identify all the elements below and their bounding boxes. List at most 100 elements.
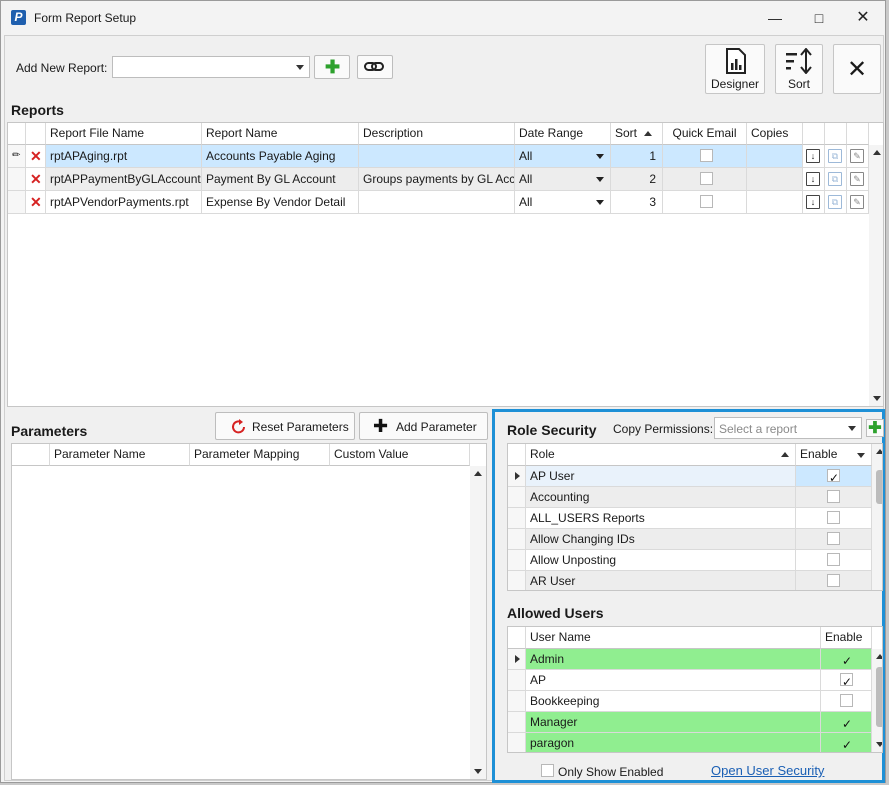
copy-cell[interactable]: ⧉ bbox=[825, 168, 847, 191]
table-row[interactable]: Admin bbox=[508, 649, 872, 670]
role-name-cell[interactable]: Allow Unposting bbox=[526, 550, 796, 571]
description-cell[interactable]: Groups payments by GL Acc bbox=[359, 168, 515, 191]
report-file-name-cell[interactable]: rptAPAging.rpt bbox=[46, 145, 202, 168]
role-enable-cell[interactable] bbox=[796, 550, 872, 571]
col-parameter-name[interactable]: Parameter Name bbox=[50, 444, 190, 466]
report-name-cell[interactable]: Expense By Vendor Detail bbox=[202, 191, 359, 214]
role-name-cell[interactable]: Accounting bbox=[526, 487, 796, 508]
col-report-name[interactable]: Report Name bbox=[202, 123, 359, 145]
download-cell[interactable]: ↓ bbox=[803, 145, 825, 168]
delete-row-button[interactable]: ✕ bbox=[26, 191, 46, 214]
download-cell[interactable]: ↓ bbox=[803, 191, 825, 214]
user-name-cell[interactable]: AP bbox=[526, 670, 821, 691]
table-row[interactable]: AR User bbox=[508, 571, 872, 590]
close-form-button[interactable]: ✕ bbox=[833, 44, 881, 94]
role-name-cell[interactable]: ALL_USERS Reports bbox=[526, 508, 796, 529]
only-show-enabled-checkbox[interactable] bbox=[541, 764, 554, 777]
delete-row-button[interactable]: ✕ bbox=[26, 145, 46, 168]
table-row[interactable]: paragon bbox=[508, 733, 872, 752]
edit-cell[interactable]: ✎ bbox=[847, 145, 869, 168]
scroll-up-icon[interactable] bbox=[873, 150, 881, 155]
copy-cell[interactable]: ⧉ bbox=[825, 145, 847, 168]
edit-cell[interactable]: ✎ bbox=[847, 168, 869, 191]
user-name-cell[interactable]: Bookkeeping bbox=[526, 691, 821, 712]
role-enable-checkbox[interactable] bbox=[827, 574, 840, 587]
role-enable-cell[interactable] bbox=[796, 487, 872, 508]
quick-email-checkbox[interactable] bbox=[700, 172, 713, 185]
download-cell[interactable]: ↓ bbox=[803, 168, 825, 191]
quick-email-checkbox[interactable] bbox=[700, 195, 713, 208]
report-file-name-cell[interactable]: rptAPPaymentByGLAccount. bbox=[46, 168, 202, 191]
user-enable-checkbox[interactable] bbox=[840, 734, 853, 752]
scroll-up-icon[interactable] bbox=[876, 449, 882, 454]
user-enable-cell[interactable] bbox=[821, 691, 872, 712]
role-enable-cell[interactable] bbox=[796, 466, 872, 487]
role-enable-checkbox[interactable] bbox=[827, 511, 840, 524]
add-copy-permission-button[interactable]: ✚ bbox=[866, 419, 884, 437]
add-report-button[interactable]: ✚ bbox=[314, 55, 350, 79]
col-date-range[interactable]: Date Range bbox=[515, 123, 611, 145]
role-name-cell[interactable]: Allow Changing IDs bbox=[526, 529, 796, 550]
col-user-enable[interactable]: Enable bbox=[821, 627, 872, 649]
role-enable-checkbox[interactable] bbox=[827, 467, 840, 486]
quick-email-cell[interactable] bbox=[663, 168, 747, 191]
scroll-up-icon[interactable] bbox=[474, 471, 482, 476]
quick-email-cell[interactable] bbox=[663, 191, 747, 214]
reset-parameters-button[interactable]: Reset Parameters bbox=[215, 412, 355, 440]
scroll-down-icon[interactable] bbox=[876, 742, 882, 747]
user-enable-cell[interactable] bbox=[821, 670, 872, 691]
role-enable-cell[interactable] bbox=[796, 571, 872, 590]
user-name-cell[interactable]: paragon bbox=[526, 733, 821, 752]
user-enable-cell[interactable] bbox=[821, 712, 872, 733]
parameters-scrollbar[interactable] bbox=[470, 466, 486, 779]
edit-cell[interactable]: ✎ bbox=[847, 191, 869, 214]
date-range-cell[interactable]: All bbox=[515, 145, 611, 168]
report-name-cell[interactable]: Payment By GL Account bbox=[202, 168, 359, 191]
scroll-down-icon[interactable] bbox=[474, 769, 482, 774]
close-icon[interactable]: ✕ bbox=[841, 5, 885, 31]
table-row[interactable]: ALL_USERS Reports bbox=[508, 508, 872, 529]
col-description[interactable]: Description bbox=[359, 123, 515, 145]
col-user-name[interactable]: User Name bbox=[526, 627, 821, 649]
table-row[interactable]: ✕ rptAPVendorPayments.rpt Expense By Ven… bbox=[8, 191, 869, 214]
table-row[interactable]: ✏ ✕ rptAPAging.rpt Accounts Payable Agin… bbox=[8, 145, 869, 168]
col-enable[interactable]: Enable bbox=[796, 444, 872, 466]
table-row[interactable]: Manager bbox=[508, 712, 872, 733]
report-name-cell[interactable]: Accounts Payable Aging bbox=[202, 145, 359, 168]
user-enable-checkbox[interactable] bbox=[840, 671, 853, 690]
date-range-cell[interactable]: All bbox=[515, 191, 611, 214]
copies-cell[interactable] bbox=[747, 145, 803, 168]
open-user-security-link[interactable]: Open User Security bbox=[711, 763, 824, 778]
col-sort[interactable]: Sort bbox=[611, 123, 663, 145]
scrollbar-thumb[interactable] bbox=[876, 470, 882, 504]
col-copies[interactable]: Copies bbox=[747, 123, 803, 145]
col-parameter-mapping[interactable]: Parameter Mapping bbox=[190, 444, 330, 466]
copies-cell[interactable] bbox=[747, 191, 803, 214]
user-enable-cell[interactable] bbox=[821, 733, 872, 752]
link-report-button[interactable] bbox=[357, 55, 393, 79]
description-cell[interactable] bbox=[359, 191, 515, 214]
user-enable-cell[interactable] bbox=[821, 649, 872, 670]
table-row[interactable]: AP bbox=[508, 670, 872, 691]
col-quick-email[interactable]: Quick Email bbox=[663, 123, 747, 145]
minimize-icon[interactable]: — bbox=[753, 5, 797, 31]
role-enable-cell[interactable] bbox=[796, 508, 872, 529]
scrollbar-thumb[interactable] bbox=[876, 667, 882, 727]
user-enable-checkbox[interactable] bbox=[840, 650, 853, 669]
table-row[interactable]: Allow Unposting bbox=[508, 550, 872, 571]
sort-cell[interactable]: 2 bbox=[611, 168, 663, 191]
table-row[interactable]: Accounting bbox=[508, 487, 872, 508]
col-custom-value[interactable]: Custom Value bbox=[330, 444, 470, 466]
description-cell[interactable] bbox=[359, 145, 515, 168]
user-enable-checkbox[interactable] bbox=[840, 694, 853, 707]
sort-cell[interactable]: 1 bbox=[611, 145, 663, 168]
designer-button[interactable]: Designer bbox=[705, 44, 765, 94]
quick-email-cell[interactable] bbox=[663, 145, 747, 168]
role-enable-cell[interactable] bbox=[796, 529, 872, 550]
copy-permissions-select[interactable]: Select a report bbox=[714, 417, 862, 439]
report-file-name-cell[interactable]: rptAPVendorPayments.rpt bbox=[46, 191, 202, 214]
sort-cell[interactable]: 3 bbox=[611, 191, 663, 214]
scroll-up-icon[interactable] bbox=[876, 654, 882, 659]
role-enable-checkbox[interactable] bbox=[827, 490, 840, 503]
role-enable-checkbox[interactable] bbox=[827, 553, 840, 566]
